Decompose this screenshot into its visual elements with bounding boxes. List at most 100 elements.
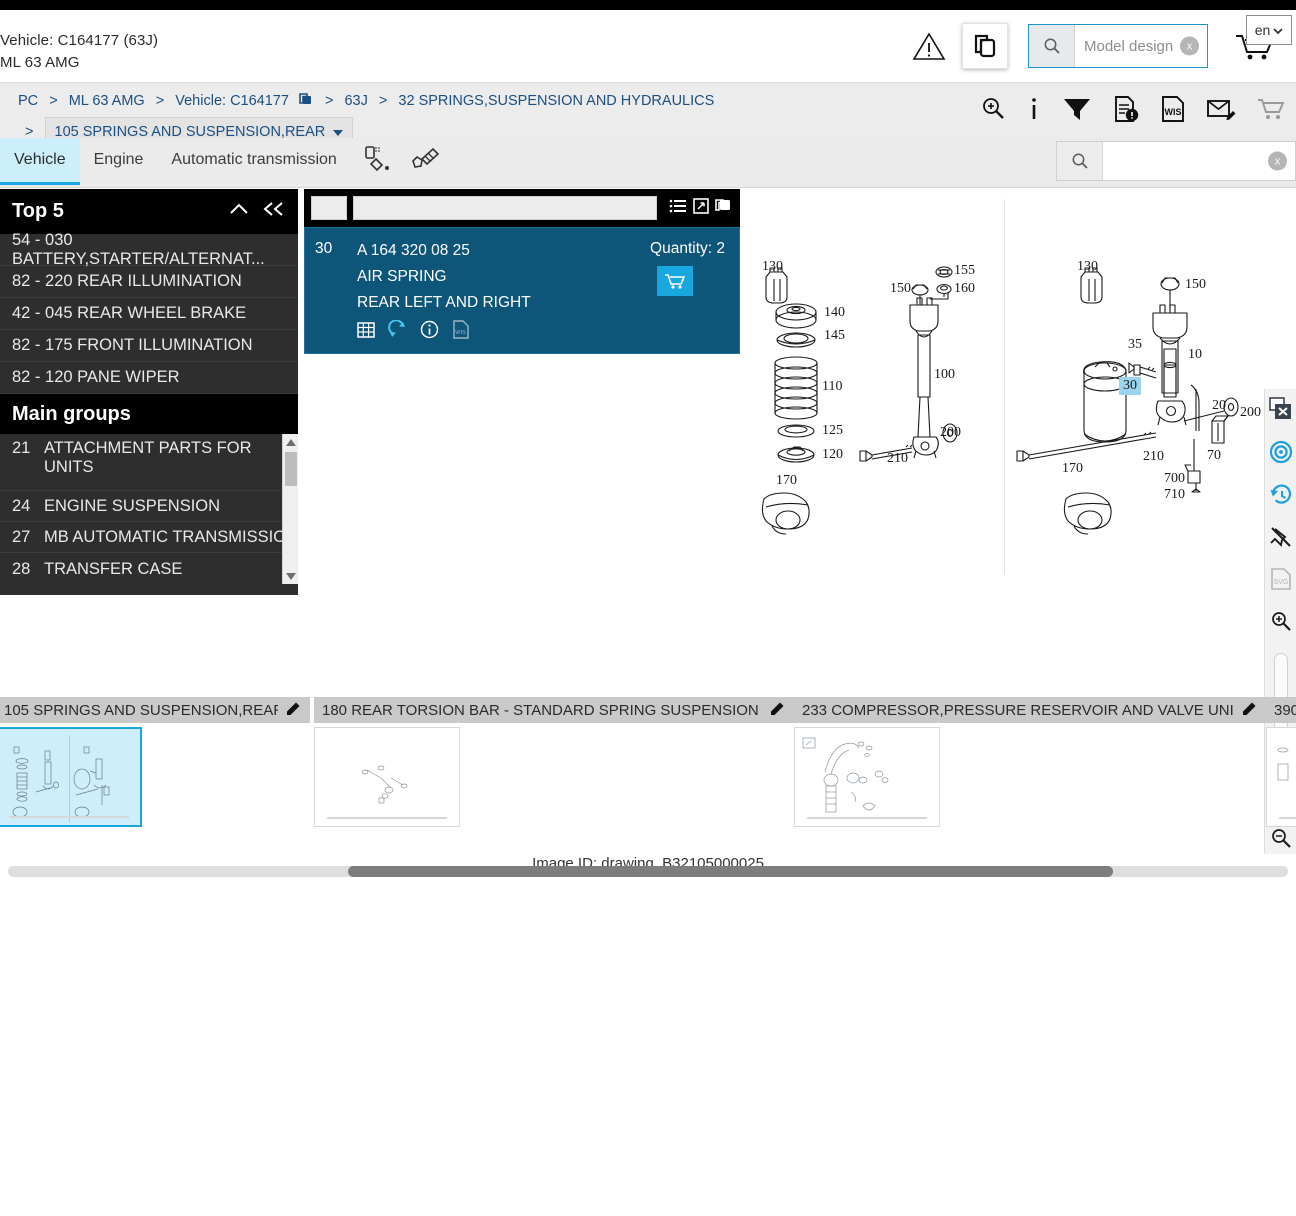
unpin-icon[interactable] — [1269, 526, 1293, 553]
chevron-up-icon[interactable] — [228, 200, 250, 223]
close-window-icon[interactable] — [1268, 397, 1293, 426]
target-icon[interactable] — [1269, 440, 1293, 469]
add-to-cart-button[interactable] — [657, 266, 693, 296]
tab-search-input[interactable]: x — [1103, 142, 1295, 180]
edit-icon[interactable] — [1242, 700, 1258, 720]
drawing-label-120: 120 — [822, 447, 843, 462]
main-group-row-28[interactable]: 28 TRANSFER CASE — [0, 553, 298, 584]
search-icon[interactable] — [1029, 25, 1075, 67]
edit-icon[interactable] — [286, 700, 302, 720]
drawing-label-125: 125 — [822, 423, 843, 438]
model-search-placeholder: Model design — [1084, 37, 1174, 55]
scroll-down-icon[interactable] — [283, 568, 298, 584]
history-undo-icon[interactable] — [1269, 483, 1293, 512]
thumbnail-title-text-1: 180 REAR TORSION BAR - STANDARD SPRING S… — [322, 701, 759, 719]
drawing-label-10: 10 — [1188, 347, 1202, 362]
expand-icon[interactable] — [693, 197, 709, 219]
thumbnail-drawing-2 — [802, 737, 889, 813]
thumbnail-image-1[interactable] — [314, 727, 460, 827]
drawing-label-710: 710 — [1164, 487, 1185, 502]
breadcrumb-separator: > — [324, 93, 334, 109]
edit-icon[interactable] — [770, 700, 786, 720]
refresh-icon[interactable] — [388, 319, 407, 344]
tab-vehicle[interactable]: Vehicle — [0, 138, 80, 185]
wis-document-icon[interactable]: WIS — [1160, 95, 1186, 128]
zoom-in-icon[interactable] — [980, 96, 1006, 127]
scrollbar-thumb[interactable] — [285, 452, 297, 486]
thumbnail-col-2: 233 COMPRESSOR,PRESSURE RESERVOIR AND VA… — [794, 697, 1266, 827]
top5-title: Top 5 — [12, 200, 64, 222]
search-icon[interactable] — [1057, 142, 1103, 180]
clear-tab-search-icon[interactable]: x — [1268, 151, 1287, 171]
list-view-icon[interactable] — [669, 198, 687, 219]
thumbnail-col-1: 180 REAR TORSION BAR - STANDARD SPRING S… — [314, 697, 794, 827]
breadcrumb-item-group[interactable]: 32 SPRINGS,SUSPENSION AND HYDRAULICS — [398, 93, 714, 109]
copy-icon[interactable] — [298, 92, 314, 117]
info-circle-icon[interactable] — [420, 320, 439, 344]
scroll-up-icon[interactable] — [283, 434, 298, 450]
thumbnail-image-3[interactable] — [1266, 727, 1296, 827]
filter-icon[interactable] — [1062, 96, 1092, 127]
top5-item-2[interactable]: 42 - 045 REAR WHEEL BRAKE — [0, 298, 298, 330]
breadcrumb-toolbar: WIS — [980, 95, 1286, 128]
wis-icon[interactable]: WIS — [452, 320, 469, 344]
paint-code-icon[interactable] — [363, 145, 393, 178]
main-group-row-21[interactable]: 21 ATTACHMENT PARTS FOR UNITS — [0, 434, 298, 491]
thumbnail-title-0[interactable]: 105 SPRINGS AND SUSPENSION,REAR — [0, 697, 310, 723]
top5-item-0[interactable]: 54 - 030 BATTERY,STARTER/ALTERNAT... — [0, 231, 298, 268]
drawing-label-130-left: 130 — [762, 259, 783, 274]
thumbnail-baseline — [326, 817, 448, 819]
top5-item-1[interactable]: 82 - 220 REAR ILLUMINATION — [0, 266, 298, 298]
breadcrumb-item-model[interactable]: ML 63 AMG — [69, 93, 145, 109]
thumbnail-drawing-1 — [361, 765, 408, 804]
drawing-label-700: 700 — [1164, 471, 1185, 486]
language-selector[interactable]: en — [1246, 15, 1292, 45]
drawing-label-150-right: 150 — [1185, 277, 1206, 292]
main-group-row-27[interactable]: 27 MB AUTOMATIC TRANSMISSION — [0, 522, 298, 553]
breadcrumb-item-pc[interactable]: PC — [18, 93, 38, 109]
thumbnail-title-2[interactable]: 233 COMPRESSOR,PRESSURE RESERVOIR AND VA… — [794, 697, 1266, 723]
top5-item-3[interactable]: 82 - 175 FRONT ILLUMINATION — [0, 330, 298, 362]
tab-automatic-transmission[interactable]: Automatic transmission — [157, 138, 350, 185]
breadcrumb-item-vehicle[interactable]: Vehicle: C164177 — [175, 93, 289, 109]
drawing-viewport[interactable]: 130 140 145 110 125 120 170 155 150 160 … — [744, 189, 1264, 664]
main-group-label: MB AUTOMATIC TRANSMISSION — [44, 527, 298, 546]
clear-model-search-icon[interactable]: x — [1180, 36, 1199, 56]
copy-documents-icon[interactable] — [962, 23, 1008, 69]
top5-item-4[interactable]: 82 - 120 PANE WIPER — [0, 362, 298, 394]
main-groups-scrollbar[interactable] — [282, 434, 298, 584]
thumbnail-title-3[interactable]: 390 — [1266, 697, 1296, 723]
table-icon[interactable] — [357, 321, 375, 344]
thumbnail-image-2[interactable] — [794, 727, 940, 827]
chevron-down-icon[interactable] — [333, 129, 344, 136]
drawing-label-30-selected[interactable]: 30 — [1119, 377, 1141, 395]
vehicle-info: Vehicle: C164177 (63J) ML 63 AMG — [0, 30, 158, 74]
bolt-parts-icon[interactable] — [409, 145, 441, 178]
part-card-wide-field[interactable] — [353, 196, 657, 220]
model-search-input[interactable]: Model design x — [1075, 25, 1207, 67]
thumbnail-baseline — [806, 817, 928, 819]
thumbnail-strip-scrollbar[interactable] — [8, 866, 1288, 877]
model-search-box[interactable]: Model design x — [1028, 24, 1208, 68]
document-alert-icon[interactable] — [1112, 95, 1140, 128]
main-group-row-24[interactable]: 24 ENGINE SUSPENSION — [0, 491, 298, 522]
mail-edit-icon[interactable] — [1206, 96, 1236, 127]
thumbnail-title-1[interactable]: 180 REAR TORSION BAR - STANDARD SPRING S… — [314, 697, 794, 723]
tab-bar: Vehicle Engine Automatic transmission x — [0, 138, 1296, 188]
tab-search-box[interactable]: x — [1056, 141, 1296, 181]
breadcrumb-item-code[interactable]: 63J — [344, 93, 367, 109]
tab-engine[interactable]: Engine — [80, 138, 158, 185]
scrollbar-thumb[interactable] — [348, 866, 1113, 877]
thumbnail-baseline — [1278, 817, 1296, 819]
info-icon[interactable] — [1026, 96, 1042, 127]
part-action-icons: WIS — [357, 319, 727, 344]
warning-triangle-icon[interactable] — [912, 29, 946, 63]
collapse-left-icon[interactable] — [262, 200, 286, 223]
part-card-small-field[interactable] — [311, 196, 347, 220]
copy-icon[interactable] — [715, 198, 733, 219]
header-actions: Model design x — [912, 10, 1296, 82]
drawing-label-35: 35 — [1128, 337, 1142, 352]
cart-icon[interactable] — [1256, 96, 1286, 127]
zoom-in-icon[interactable] — [1270, 610, 1292, 637]
thumbnail-image-0[interactable] — [0, 727, 142, 827]
